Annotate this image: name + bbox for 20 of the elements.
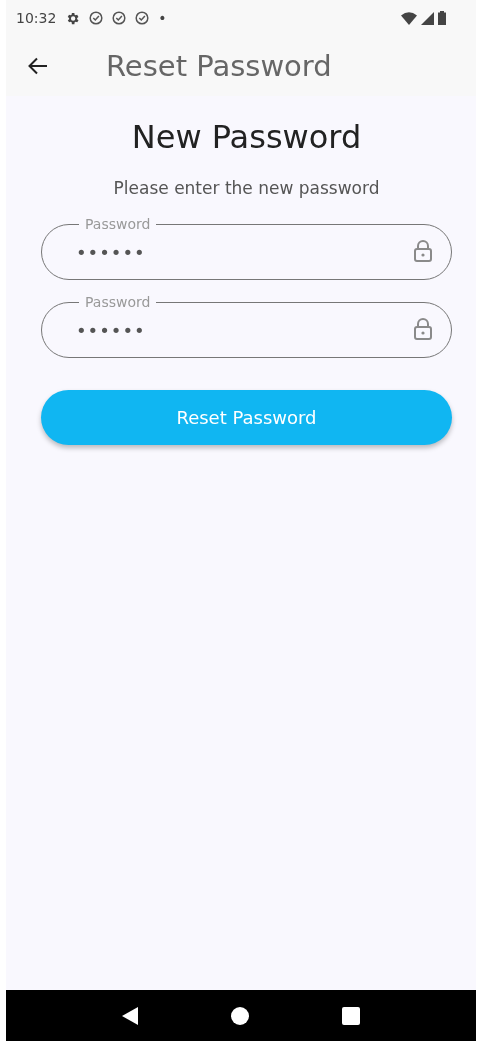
back-nav-icon[interactable] (122, 1006, 139, 1025)
status-time: 10:32 (16, 10, 57, 26)
gear-icon (65, 10, 81, 26)
check-circle-icon (112, 11, 127, 25)
lock-icon (414, 240, 432, 262)
signal-icon (421, 11, 434, 25)
field-label: Password (79, 294, 157, 310)
page-heading: New Password (130, 118, 363, 156)
recents-nav-icon[interactable] (341, 1006, 360, 1025)
instruction-text: Please enter the new password (112, 178, 381, 198)
wifi-icon (401, 11, 417, 25)
back-arrow-icon (28, 57, 48, 75)
app-bar-title: Reset Password (106, 49, 332, 83)
field-label: Password (79, 216, 157, 232)
notification-dot: • (158, 10, 167, 26)
check-circle-icon (89, 11, 104, 25)
home-nav-icon[interactable] (231, 1006, 249, 1025)
check-circle-icon (135, 11, 150, 25)
lock-icon (414, 318, 432, 340)
battery-icon (438, 11, 446, 25)
